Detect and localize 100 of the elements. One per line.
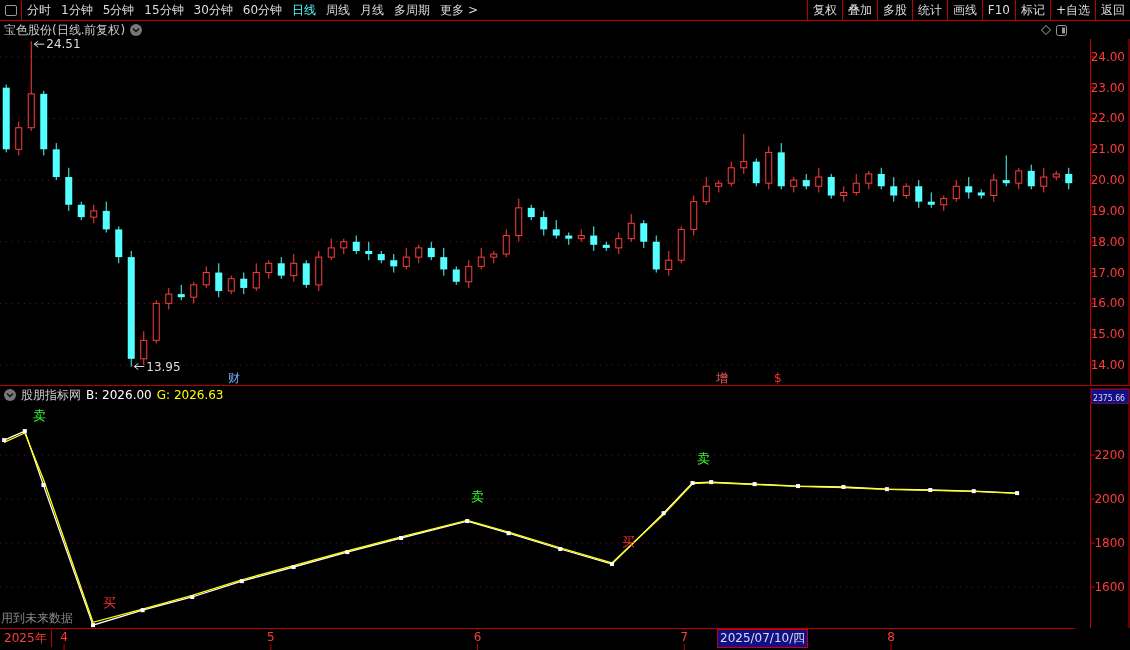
data-point (465, 519, 470, 524)
period-tab[interactable]: 60分钟 (237, 1, 288, 19)
axis-label: 24.00 (1090, 49, 1125, 64)
dropdown-icon[interactable] (130, 24, 143, 36)
period-tab[interactable]: 月线 (355, 1, 390, 19)
period-tab[interactable]: 分时 (22, 1, 56, 19)
candle (1040, 167, 1048, 193)
panel-toggle-icon[interactable] (1056, 24, 1067, 36)
data-point (399, 536, 404, 540)
event-marker[interactable]: $ (774, 371, 782, 385)
signal-label: 卖 (696, 451, 710, 466)
warning-note: 用到未来数据 (1, 610, 73, 627)
event-marker[interactable]: 财 (228, 371, 240, 385)
candle (627, 213, 635, 243)
candle (690, 195, 698, 237)
candle (1002, 154, 1010, 187)
candle (640, 219, 648, 249)
candle (227, 275, 235, 295)
data-point (140, 608, 145, 613)
candle (540, 210, 548, 237)
candle (40, 90, 48, 156)
candle (802, 173, 810, 190)
data-point (709, 480, 714, 485)
indicator-title: 股朋指标网 (21, 386, 81, 404)
candle (152, 299, 160, 344)
month-label: 6 (473, 630, 482, 644)
period-tab[interactable]: 1分钟 (56, 1, 98, 19)
legend-value: B: 2026.00 (86, 388, 152, 402)
stock-title: 宝色股份(日线.前复权) (4, 21, 126, 39)
axis-label: 1600 (1094, 580, 1125, 595)
candle (765, 145, 773, 190)
candle (315, 250, 323, 292)
month-label: 5 (267, 630, 275, 644)
candle (840, 185, 848, 203)
data-point (345, 550, 350, 555)
low-price-label: 13.95 (133, 359, 181, 374)
candle (277, 256, 285, 280)
candle (302, 259, 310, 289)
candle (327, 238, 335, 261)
candle (452, 265, 460, 286)
period-tab[interactable]: 30分钟 (188, 1, 238, 19)
month-label: 8 (887, 630, 895, 644)
candle (715, 179, 723, 193)
axis-label: 18.00 (1090, 234, 1125, 249)
candle (265, 259, 273, 280)
candle (852, 173, 860, 196)
candle (52, 142, 60, 181)
candle (965, 176, 973, 200)
data-point (884, 487, 889, 492)
period-tab[interactable]: 多周期 (389, 1, 436, 19)
data-point (841, 484, 846, 489)
candle (427, 241, 435, 261)
data-point (971, 489, 976, 494)
candle (590, 225, 598, 252)
high-price-label: 24.51 (33, 39, 81, 52)
period-tab[interactable]: 5分钟 (97, 1, 140, 19)
data-point (2, 438, 7, 443)
axis-label: 23.00 (1090, 80, 1125, 95)
legend-value: G: 2026.63 (156, 388, 224, 402)
event-marker[interactable]: 增 (716, 371, 728, 385)
candle (902, 182, 910, 200)
candle (140, 330, 148, 366)
candle (827, 173, 835, 200)
data-point (22, 429, 27, 434)
period-tab[interactable]: 日线 (287, 1, 322, 19)
candle (602, 241, 610, 252)
candle (165, 287, 173, 310)
candle (440, 247, 448, 277)
candle (577, 228, 585, 243)
candle (202, 265, 210, 289)
diamond-icon[interactable] (1041, 25, 1051, 35)
candle (2, 84, 10, 153)
axis-label: 14.00 (1090, 357, 1125, 372)
candle (977, 188, 985, 200)
data-point (506, 531, 511, 536)
candle (677, 225, 685, 264)
axis-label: 19.00 (1090, 203, 1125, 218)
candle (652, 235, 660, 274)
candle (215, 262, 223, 298)
candle (877, 167, 885, 190)
period-tab[interactable]: 周线 (321, 1, 356, 19)
dropdown-icon[interactable] (4, 389, 16, 401)
candle (65, 167, 73, 212)
candle (490, 250, 498, 264)
candle (777, 142, 785, 190)
candle (415, 244, 423, 264)
candle (702, 176, 710, 206)
candle (177, 284, 185, 301)
candle (1027, 164, 1035, 190)
candle (115, 225, 123, 264)
candle (915, 179, 923, 209)
data-point (661, 511, 666, 516)
axis-label: 22.00 (1090, 111, 1125, 126)
candle (665, 250, 673, 277)
candle (615, 232, 623, 255)
candle (477, 247, 485, 270)
period-tab[interactable]: 更多 > (435, 1, 483, 19)
candle (102, 201, 110, 233)
data-point (41, 482, 46, 487)
period-tab[interactable]: 15分钟 (139, 1, 189, 19)
